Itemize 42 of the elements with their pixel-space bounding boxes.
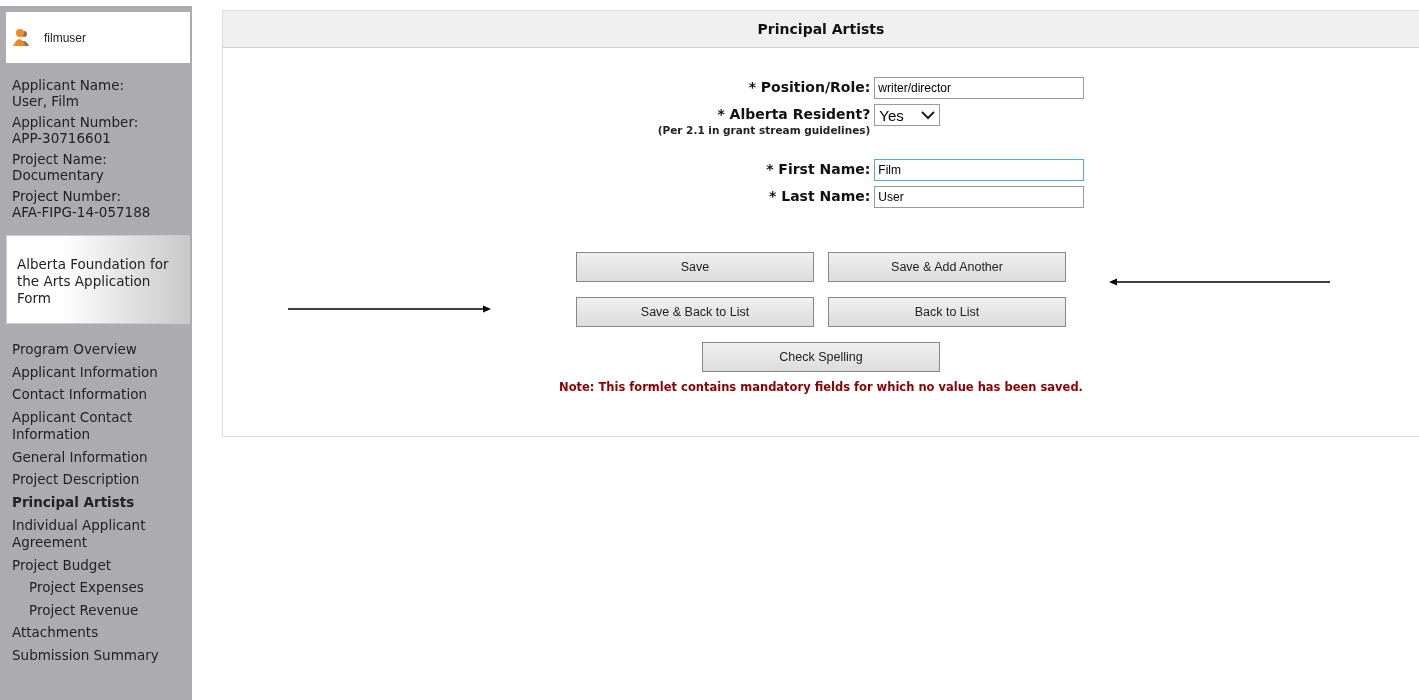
info-value: APP-30716601 <box>12 130 112 146</box>
nav-link[interactable]: Principal Artists <box>12 490 188 514</box>
arrow-right-icon <box>288 304 492 314</box>
info-label: Applicant Name: <box>12 77 126 93</box>
form-button[interactable]: Save <box>576 252 814 282</box>
field-label: * Position/Role: <box>748 78 871 97</box>
field-label: * First Name: <box>766 160 871 179</box>
arrow-left-icon <box>1108 277 1330 287</box>
text-field[interactable]: Film <box>874 159 1085 181</box>
info-value: Documentary <box>12 167 105 183</box>
field-note: (Per 2.1 in grant stream guidelines) <box>657 124 871 136</box>
chevron-icon <box>921 110 936 120</box>
field-label: * Alberta Resident? <box>717 105 871 124</box>
nav-link[interactable]: Project Revenue <box>12 598 188 622</box>
info-label: Project Name: <box>12 151 108 167</box>
nav-link[interactable]: Project Description <box>12 468 188 491</box>
form-button[interactable]: Check Spelling <box>702 342 940 372</box>
text-field[interactable]: User <box>874 186 1085 208</box>
form-title: Alberta Foundation for the Arts Application Form <box>6 235 190 324</box>
field-label: * Last Name: <box>769 187 871 206</box>
panel-title: Principal Artists <box>757 21 885 37</box>
info-value: User, Film <box>12 93 80 109</box>
dropdown[interactable]: Yes <box>874 104 941 126</box>
warning-note: Note: This formlet contains mandatory fields for which no value has been saved. <box>559 380 1083 394</box>
nav-link[interactable]: Applicant Information <box>12 360 188 384</box>
info-label: Project Number: <box>12 188 123 204</box>
nav-link[interactable]: Attachments <box>12 621 188 644</box>
nav-link[interactable]: Program Overview <box>12 338 188 361</box>
nav-link[interactable]: Submission Summary <box>12 643 188 667</box>
info-value: AFA-FIPG-14-057188 <box>12 204 152 220</box>
nav-link[interactable]: Applicant Contact Information <box>12 408 188 443</box>
text-field[interactable]: writer/director <box>874 77 1085 99</box>
form-button[interactable]: Back to List <box>828 297 1066 327</box>
form-button[interactable]: Save & Back to List <box>576 297 814 327</box>
nav-link[interactable]: Individual Applicant Agreement <box>12 516 188 551</box>
info-label: Applicant Number: <box>12 114 140 130</box>
nav-link[interactable]: Project Budget <box>12 553 188 577</box>
username: filmuser <box>44 30 86 45</box>
nav-link[interactable]: Project Expenses <box>12 576 188 599</box>
nav-link[interactable]: Contact Information <box>12 383 188 406</box>
form-button[interactable]: Save & Add Another <box>828 252 1066 282</box>
nav-link[interactable]: General Information <box>12 445 188 469</box>
